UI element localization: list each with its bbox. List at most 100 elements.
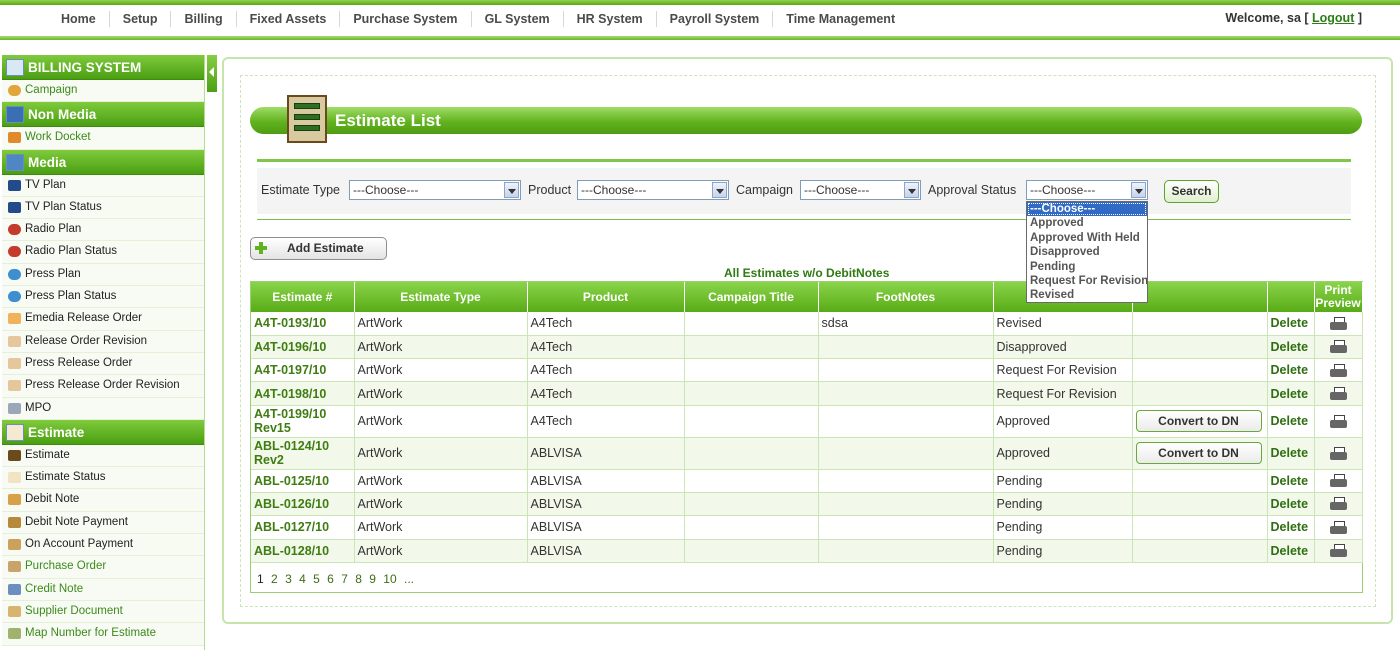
sidebar-item-campaign[interactable]: Campaign (2, 80, 204, 103)
sidebar-item-work-docket[interactable]: Work Docket (2, 127, 204, 150)
estimate-number[interactable]: ABL-0125/10 (251, 469, 355, 493)
delete-link[interactable]: Delete (1267, 335, 1315, 360)
sidebar-item-credit-note[interactable]: Credit Note (2, 578, 204, 601)
logout-link[interactable]: Logout (1312, 11, 1354, 25)
printer-icon[interactable] (1329, 414, 1347, 429)
printer-icon[interactable] (1329, 340, 1347, 354)
approval-status-option[interactable]: Pending (1027, 260, 1147, 274)
nav-payroll-system[interactable]: Payroll System (657, 11, 774, 27)
estimate-number[interactable]: A4T-0199/10 Rev15 (251, 405, 355, 438)
sidebar-header-non-media[interactable]: Non Media (2, 102, 204, 128)
column-header-delete (1267, 282, 1315, 312)
sidebar-item-tv-plan[interactable]: TV Plan (2, 174, 204, 197)
delete-link[interactable]: Delete (1267, 515, 1315, 540)
convert-to-dn-button[interactable]: Convert to DN (1135, 410, 1262, 433)
page-link[interactable]: 9 (369, 572, 376, 586)
printer-icon[interactable] (1329, 474, 1347, 488)
sidebar-item-mpo[interactable]: MPO (2, 397, 204, 420)
page-link[interactable]: 8 (355, 572, 362, 586)
nav-fixed-assets[interactable]: Fixed Assets (237, 11, 341, 27)
sidebar-item-press-plan-status[interactable]: Press Plan Status (2, 286, 204, 309)
sidebar-item-tv-plan-status[interactable]: TV Plan Status (2, 196, 204, 220)
delete-link[interactable]: Delete (1267, 405, 1315, 438)
nav-gl-system[interactable]: GL System (472, 11, 564, 27)
approval-status-option[interactable]: ---Choose--- (1027, 202, 1147, 217)
page-link[interactable]: 2 (271, 572, 278, 586)
nav-home[interactable]: Home (48, 11, 110, 27)
page-link[interactable]: 3 (285, 572, 292, 586)
product-label: Product (528, 183, 572, 197)
sidebar-item-debit-note[interactable]: Debit Note (2, 489, 204, 512)
approval-status-option[interactable]: Disapproved (1027, 245, 1147, 259)
delete-link[interactable]: Delete (1267, 469, 1315, 493)
sidebar-item-estimate[interactable]: Estimate (2, 444, 204, 468)
estimate-number[interactable]: A4T-0193/10 (251, 312, 355, 336)
approval-status-option[interactable]: Approved (1027, 216, 1147, 230)
sidebar-header-estimate[interactable]: Estimate (2, 419, 204, 445)
estimate-number[interactable]: ABL-0124/10 Rev2 (251, 437, 355, 470)
sidebar-item-purchase-order[interactable]: Purchase Order (2, 556, 204, 579)
page-link[interactable]: 5 (313, 572, 320, 586)
column-header-estimate-type[interactable]: Estimate Type (354, 282, 528, 312)
column-header-footnotes[interactable]: FootNotes (818, 282, 994, 312)
approval-status-option[interactable]: Approved With Held (1027, 231, 1147, 245)
sidebar-item-radio-plan[interactable]: Radio Plan (2, 219, 204, 242)
sidebar-header-media[interactable]: Media (2, 149, 204, 175)
sidebar-item-press-plan[interactable]: Press Plan (2, 263, 204, 287)
delete-link[interactable]: Delete (1267, 492, 1315, 517)
convert-to-dn-button[interactable]: Convert to DN (1135, 442, 1262, 465)
sidebar-header-billing-system[interactable]: BILLING SYSTEM (2, 55, 204, 80)
sidebar-item-radio-plan-status[interactable]: Radio Plan Status (2, 241, 204, 264)
printer-icon[interactable] (1329, 316, 1347, 331)
approval-status-select[interactable]: ---Choose--- (1026, 180, 1148, 200)
sidebar-item-press-release-order[interactable]: Press Release Order (2, 352, 204, 376)
delete-link[interactable]: Delete (1267, 539, 1315, 563)
estimate-type-select[interactable]: ---Choose--- (349, 180, 521, 200)
page-link[interactable]: 7 (341, 572, 348, 586)
search-button[interactable]: Search (1164, 180, 1219, 203)
sidebar-item-supplier-document[interactable]: Supplier Document (2, 600, 204, 624)
sidebar-item-estimate-status[interactable]: Estimate Status (2, 467, 204, 490)
approval-status-option[interactable]: Revised (1027, 288, 1147, 302)
page-link-more[interactable]: ... (404, 572, 414, 586)
delete-link[interactable]: Delete (1267, 381, 1315, 406)
page-link[interactable]: 6 (327, 572, 334, 586)
page-link[interactable]: 4 (299, 572, 306, 586)
sidebar-item-debit-note-payment[interactable]: Debit Note Payment (2, 511, 204, 535)
nav-purchase-system[interactable]: Purchase System (340, 11, 472, 27)
delete-link[interactable]: Delete (1267, 358, 1315, 383)
add-estimate-button[interactable]: Add Estimate (250, 237, 387, 260)
product-select[interactable]: ---Choose--- (577, 180, 729, 200)
approval-status-option[interactable]: Request For Revision (1027, 274, 1147, 288)
printer-icon[interactable] (1329, 497, 1347, 511)
column-header-campaign-title[interactable]: Campaign Title (684, 282, 819, 312)
table-row: ABL-0126/10 ArtWork ABLVISA Pending Dele… (251, 492, 1363, 517)
nav-billing[interactable]: Billing (171, 11, 237, 27)
nav-time-management[interactable]: Time Management (773, 11, 908, 27)
sidebar-item-release-order-revision[interactable]: Release Order Revision (2, 330, 204, 353)
delete-link[interactable]: Delete (1267, 437, 1315, 470)
printer-icon[interactable] (1329, 363, 1347, 378)
estimate-number[interactable]: A4T-0196/10 (251, 335, 355, 360)
estimate-number[interactable]: ABL-0128/10 (251, 539, 355, 563)
sidebar-item-emedia-release-order[interactable]: Emedia Release Order (2, 308, 204, 331)
sidebar-collapse-toggle[interactable] (207, 55, 217, 92)
column-header-estimate-number[interactable]: Estimate # (251, 282, 355, 312)
nav-hr-system[interactable]: HR System (564, 11, 657, 27)
estimate-number[interactable]: A4T-0198/10 (251, 381, 355, 406)
printer-icon[interactable] (1329, 386, 1347, 401)
nav-setup[interactable]: Setup (110, 11, 172, 27)
page-link[interactable]: 10 (383, 572, 396, 586)
estimate-number[interactable]: ABL-0127/10 (251, 515, 355, 540)
campaign-select[interactable]: ---Choose--- (800, 180, 921, 200)
estimate-number[interactable]: ABL-0126/10 (251, 492, 355, 517)
delete-link[interactable]: Delete (1267, 312, 1315, 336)
printer-icon[interactable] (1329, 446, 1347, 461)
printer-icon[interactable] (1329, 520, 1347, 535)
sidebar-item-map-number-for-estimate[interactable]: Map Number for Estimate (2, 623, 204, 646)
estimate-number[interactable]: A4T-0197/10 (251, 358, 355, 383)
sidebar-item-on-account-payment[interactable]: On Account Payment (2, 534, 204, 557)
printer-icon[interactable] (1329, 544, 1347, 558)
sidebar-item-press-release-order-revision[interactable]: Press Release Order Revision (2, 375, 204, 398)
column-header-product[interactable]: Product (527, 282, 685, 312)
